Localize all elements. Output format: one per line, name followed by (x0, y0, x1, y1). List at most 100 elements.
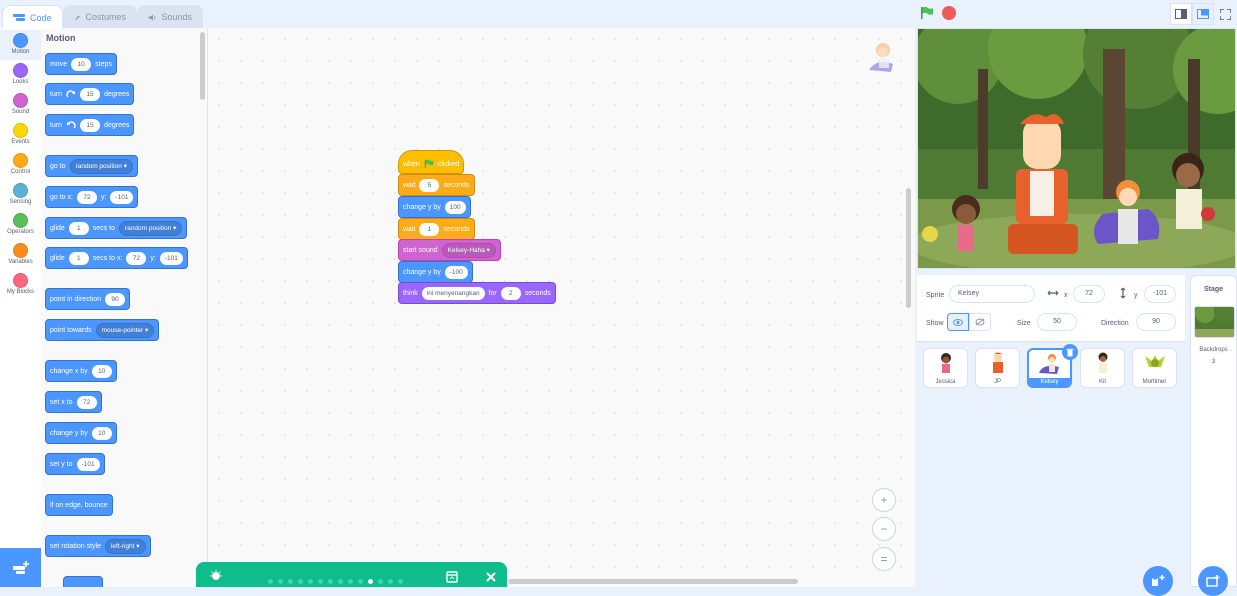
green-flag-icon[interactable] (920, 6, 934, 20)
block-dropdown[interactable]: random position ▾ (69, 158, 133, 174)
block-input[interactable]: 1 (419, 222, 440, 236)
block-turn-right[interactable]: turn 15 degrees (45, 83, 135, 105)
block-change-x[interactable]: change x by 10 (45, 360, 117, 382)
block-input[interactable]: 10 (71, 57, 92, 71)
choose-backdrop-button[interactable] (1198, 566, 1228, 596)
show-sprite-button[interactable] (947, 313, 969, 331)
fullscreen-button[interactable] (1214, 3, 1236, 25)
block-point-towards[interactable]: point towards mouse-pointer ▾ (45, 319, 160, 341)
block-go-to-xy[interactable]: go to x: 72 y: -101 (45, 186, 139, 208)
category-variables[interactable]: Variables (0, 240, 41, 270)
block-change-y-by[interactable]: change y by -100 (398, 261, 473, 283)
shrink-tutorial-icon[interactable] (446, 571, 458, 583)
block-input[interactable]: 90 (104, 292, 125, 306)
block-go-to[interactable]: go to random position ▾ (45, 155, 138, 177)
direction-input[interactable]: 90 (1136, 313, 1176, 331)
zoom-reset-button[interactable]: = (872, 547, 896, 571)
block-dropdown[interactable]: mouse-pointer ▾ (95, 322, 155, 338)
category-events[interactable]: Events (0, 120, 41, 150)
script-vertical-scrollbar[interactable] (906, 188, 911, 308)
block-input[interactable]: 10 (91, 426, 112, 440)
block-turn-left[interactable]: turn 15 degrees (45, 114, 135, 136)
block-partial[interactable] (63, 576, 103, 587)
block-glide-to-xy[interactable]: glide 1 secs to x: 72 y: -101 (45, 247, 188, 269)
block-when-flag-clicked[interactable]: when clicked (398, 150, 465, 174)
tab-costumes[interactable]: Costumes (63, 5, 137, 28)
block-input[interactable]: 5 (419, 178, 440, 192)
block-input[interactable]: 100 (444, 200, 466, 214)
tutorial-step-dot[interactable] (308, 579, 313, 584)
category-my-blocks[interactable]: My Blocks (0, 270, 41, 300)
tutorial-step-dot[interactable] (378, 579, 383, 584)
palette-scrollbar[interactable] (200, 32, 205, 100)
block-input[interactable]: ini menyenangkan (421, 286, 485, 300)
block-set-x[interactable]: set x to 72 (45, 391, 102, 413)
tab-sounds[interactable]: Sounds (137, 5, 203, 28)
block-dropdown[interactable]: Kelsey-Haha ▾ (441, 242, 496, 258)
block-input[interactable]: -100 (444, 265, 468, 279)
sprite-thumb-jp[interactable]: JP (975, 348, 1020, 388)
choose-sprite-button[interactable] (1143, 566, 1173, 596)
tutorial-step-dot[interactable] (288, 579, 293, 584)
tutorial-step-dot[interactable] (278, 579, 283, 584)
backdrop-thumbnail[interactable] (1194, 306, 1235, 338)
tutorial-step-dot[interactable] (298, 579, 303, 584)
block-set-y[interactable]: set y to -101 (45, 453, 105, 475)
block-input[interactable]: 1 (68, 221, 89, 235)
block-dropdown[interactable]: random position ▾ (118, 220, 183, 236)
block-input[interactable]: -101 (110, 190, 134, 204)
tutorial-step-dot[interactable] (358, 579, 363, 584)
block-input[interactable]: 72 (126, 251, 147, 265)
x-position-input[interactable]: 72 (1073, 285, 1105, 303)
block-start-sound[interactable]: start sound Kelsey-Haha ▾ (398, 239, 501, 261)
category-sound[interactable]: Sound (0, 90, 41, 120)
script-area[interactable]: when clicked wait 5 seconds change y by 100… (208, 28, 915, 587)
block-input[interactable]: -101 (159, 251, 183, 265)
tutorial-step-dot[interactable] (268, 579, 273, 584)
stage-selector-panel[interactable]: Stage Backdrops 3 (1190, 275, 1237, 587)
sprite-thumb-mortimer[interactable]: Mortimer (1132, 348, 1177, 388)
category-motion[interactable]: Motion (0, 30, 41, 60)
zoom-out-button[interactable]: − (872, 517, 896, 541)
delete-sprite-button[interactable] (1062, 344, 1078, 360)
tutorial-step-dot[interactable] (388, 579, 393, 584)
block-wait[interactable]: wait 1 seconds (398, 218, 475, 240)
lightbulb-icon[interactable] (210, 570, 222, 582)
close-icon[interactable] (486, 572, 496, 582)
stage-canvas[interactable] (917, 28, 1236, 269)
block-input[interactable]: 72 (76, 395, 97, 409)
block-point-in-direction[interactable]: point in direction 90 (45, 288, 130, 310)
block-input[interactable]: 1 (68, 251, 89, 265)
block-bounce[interactable]: if on edge, bounce (45, 494, 113, 516)
tutorial-step-dot[interactable] (338, 579, 343, 584)
block-think-for-secs[interactable]: think ini menyenangkan for 2 seconds (398, 282, 556, 304)
sprite-thumb-jessica[interactable]: Jessica (923, 348, 968, 388)
block-change-y[interactable]: change y by 10 (45, 422, 117, 444)
category-sensing[interactable]: Sensing (0, 180, 41, 210)
block-move-steps[interactable]: move 10 steps (45, 53, 117, 75)
tutorial-step-dot[interactable] (348, 579, 353, 584)
block-input[interactable]: 15 (80, 118, 101, 132)
block-dropdown[interactable]: left-right ▾ (104, 538, 146, 554)
tutorial-step-dot-active[interactable] (368, 579, 373, 584)
large-stage-button[interactable] (1192, 3, 1214, 25)
stop-button[interactable] (942, 6, 956, 20)
script-horizontal-scrollbar[interactable] (508, 579, 798, 584)
block-input[interactable]: 72 (76, 190, 97, 204)
block-input[interactable]: -101 (76, 457, 100, 471)
block-input[interactable]: 15 (80, 87, 101, 101)
tab-code[interactable]: Code (2, 5, 63, 29)
block-rotation-style[interactable]: set rotation style left-right ▾ (45, 535, 151, 557)
tutorial-step-dot[interactable] (328, 579, 333, 584)
tutorial-step-dot[interactable] (318, 579, 323, 584)
size-input[interactable]: 50 (1037, 313, 1077, 331)
block-input[interactable]: 10 (91, 364, 112, 378)
zoom-in-button[interactable]: + (872, 488, 896, 512)
category-operators[interactable]: Operators (0, 210, 41, 240)
block-wait[interactable]: wait 5 seconds (398, 174, 475, 196)
sprite-thumb-kit[interactable]: Kit (1080, 348, 1125, 388)
block-input[interactable]: 2 (500, 286, 521, 300)
tutorial-step-dot[interactable] (398, 579, 403, 584)
hide-sprite-button[interactable] (969, 313, 991, 331)
add-extension-button[interactable] (0, 548, 41, 587)
